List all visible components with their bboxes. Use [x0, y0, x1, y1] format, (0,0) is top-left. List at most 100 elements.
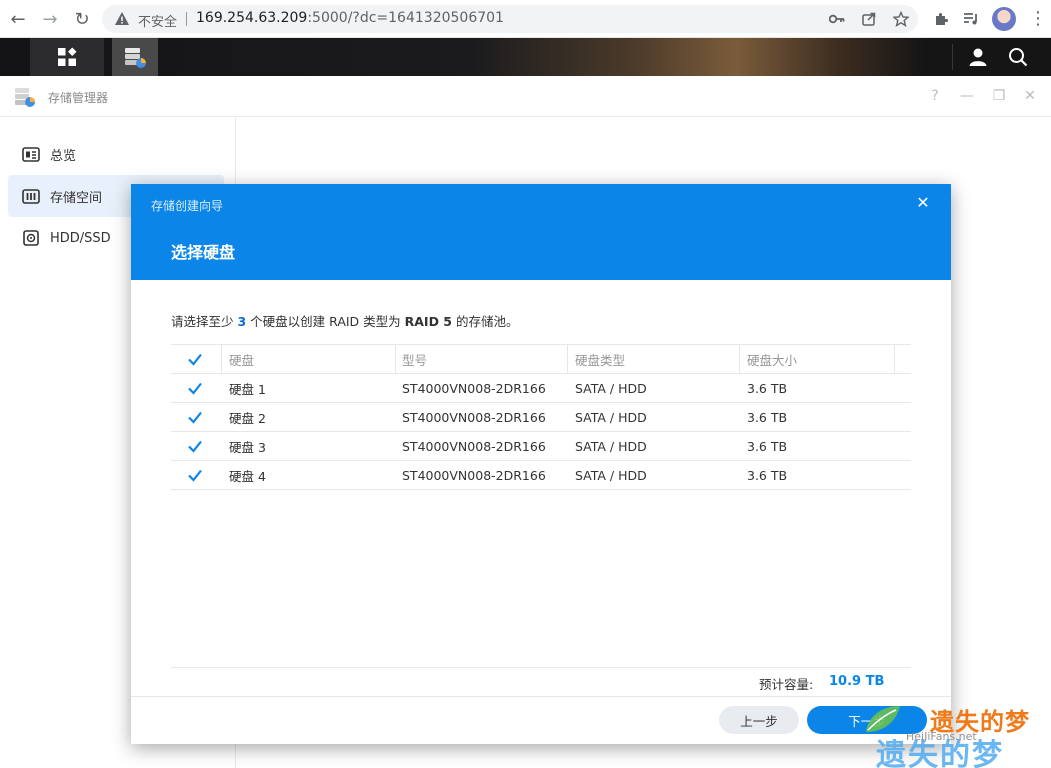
table-row[interactable]: 硬盘 4 ST4000VN008-2DR166 SATA / HDD 3.6 T… — [171, 461, 911, 490]
url-path: :5000/?dc=1641320506701 — [307, 10, 504, 26]
table-row[interactable]: 硬盘 3 ST4000VN008-2DR166 SATA / HDD 3.6 T… — [171, 432, 911, 461]
wizard-step-title: 选择硬盘 — [171, 243, 236, 262]
disk-model: ST4000VN008-2DR166 — [402, 467, 546, 483]
min-disk-count: 3 — [237, 314, 247, 329]
main-menu-button[interactable] — [30, 38, 104, 76]
disk-size: 3.6 TB — [747, 438, 788, 454]
profile-avatar[interactable] — [992, 7, 1016, 31]
app-window-header: 存储管理器 ? — ❐ ✕ — [0, 76, 1051, 117]
storage-manager-task-button[interactable] — [112, 38, 158, 76]
disk-size: 3.6 TB — [747, 467, 788, 483]
wizard-header: 存储创建向导 ✕ 选择硬盘 — [131, 184, 951, 280]
disk-model: ST4000VN008-2DR166 — [402, 409, 546, 425]
storage-manager-icon — [125, 48, 146, 68]
more-menu-icon[interactable]: ⋮ — [1028, 8, 1048, 30]
disk-type: SATA / HDD — [575, 467, 647, 483]
sidebar-item-label: 总览 — [50, 148, 77, 164]
user-button[interactable] — [958, 38, 998, 76]
warning-icon[interactable] — [114, 11, 130, 27]
disk-size: 3.6 TB — [747, 380, 788, 396]
browser-toolbar: ← → ↻ 不安全 169.254.63.209:5000/?dc=164132… — [0, 0, 1051, 38]
storage-manager-logo-icon — [15, 88, 35, 107]
table-row[interactable]: 硬盘 1 ST4000VN008-2DR166 SATA / HDD 3.6 T… — [171, 374, 911, 403]
storage-wizard-dialog: 存储创建向导 ✕ 选择硬盘 请选择至少 3 个硬盘以创建 RAID 类型为 RA… — [131, 184, 951, 744]
address-bar[interactable]: 不安全 169.254.63.209:5000/?dc=164132050670… — [102, 5, 918, 33]
summary-divider — [171, 667, 911, 668]
select-all-checkbox[interactable] — [187, 345, 203, 373]
estimated-capacity-value: 10.9 TB — [829, 674, 885, 689]
row-checkbox[interactable] — [187, 403, 203, 431]
key-icon[interactable] — [828, 10, 846, 28]
disk-icon — [22, 229, 40, 247]
disk-name: 硬盘 3 — [229, 439, 266, 455]
app-title: 存储管理器 — [48, 91, 109, 105]
dsm-taskbar — [0, 38, 1051, 76]
user-icon — [969, 48, 987, 66]
back-arrow-icon[interactable]: ← — [6, 7, 30, 31]
column-divider — [894, 345, 895, 373]
raid-type: RAID 5 — [404, 314, 453, 329]
disk-model: ST4000VN008-2DR166 — [402, 380, 546, 396]
disk-type: SATA / HDD — [575, 438, 647, 454]
row-checkbox[interactable] — [187, 432, 203, 460]
column-header-model[interactable]: 型号 — [402, 345, 427, 373]
bookmark-star-icon[interactable] — [892, 10, 910, 28]
close-window-button[interactable]: ✕ — [1021, 87, 1039, 105]
column-header-type[interactable]: 硬盘类型 — [575, 345, 625, 373]
url-text[interactable]: 169.254.63.209:5000/?dc=1641320506701 — [196, 10, 504, 26]
overview-icon — [22, 145, 40, 163]
disk-table: 硬盘 型号 硬盘类型 硬盘大小 硬盘 1 ST4000VN008-2DR166 … — [171, 344, 911, 490]
wizard-caption: 存储创建向导 — [151, 199, 224, 213]
disk-name: 硬盘 4 — [229, 468, 266, 484]
previous-button[interactable]: 上一步 — [719, 706, 799, 734]
column-divider — [395, 345, 396, 373]
table-header-row: 硬盘 型号 硬盘类型 硬盘大小 — [171, 344, 911, 374]
instruction-text: 个硬盘以创建 RAID 类型为 — [246, 314, 405, 329]
wizard-instruction: 请选择至少 3 个硬盘以创建 RAID 类型为 RAID 5 的存储池。 — [171, 311, 519, 330]
security-label: 不安全 — [138, 15, 178, 30]
instruction-text: 请选择至少 — [171, 314, 238, 329]
sidebar-item-label: 存储空间 — [50, 190, 103, 206]
instruction-text: 的存储池。 — [452, 314, 519, 329]
extensions-puzzle-icon[interactable] — [930, 8, 952, 30]
disk-size: 3.6 TB — [747, 409, 788, 425]
media-playlist-icon[interactable] — [960, 8, 982, 30]
checkmark-icon — [188, 469, 202, 482]
sidebar-item-overview[interactable]: 总览 — [8, 133, 224, 175]
share-icon[interactable] — [860, 10, 878, 28]
disk-model: ST4000VN008-2DR166 — [402, 438, 546, 454]
disk-type: SATA / HDD — [575, 409, 647, 425]
search-button[interactable] — [998, 38, 1038, 76]
disk-type: SATA / HDD — [575, 380, 647, 396]
sidebar-item-label: HDD/SSD — [50, 230, 111, 246]
disk-name: 硬盘 2 — [229, 410, 266, 426]
checkmark-icon — [188, 411, 202, 424]
footer-divider — [131, 696, 951, 697]
row-checkbox[interactable] — [187, 374, 203, 402]
checkmark-icon — [188, 353, 202, 366]
search-icon — [1009, 48, 1028, 67]
table-row[interactable]: 硬盘 2 ST4000VN008-2DR166 SATA / HDD 3.6 T… — [171, 403, 911, 432]
column-header-size[interactable]: 硬盘大小 — [747, 345, 797, 373]
column-header-disk[interactable]: 硬盘 — [229, 345, 254, 373]
estimated-capacity-label: 预计容量: — [759, 677, 814, 692]
next-button[interactable]: 下一步 — [807, 706, 927, 734]
column-divider — [739, 345, 740, 373]
storage-icon — [22, 187, 40, 205]
row-checkbox[interactable] — [187, 461, 203, 489]
omnibox-divider — [186, 12, 187, 26]
forward-arrow-icon[interactable]: → — [38, 7, 62, 31]
checkmark-icon — [188, 440, 202, 453]
column-divider — [567, 345, 568, 373]
grid-icon — [58, 47, 77, 66]
column-divider — [221, 345, 222, 373]
reload-icon[interactable]: ↻ — [70, 7, 94, 31]
disk-name: 硬盘 1 — [229, 381, 266, 397]
help-button[interactable]: ? — [926, 87, 944, 105]
checkmark-icon — [188, 382, 202, 395]
close-dialog-icon[interactable]: ✕ — [913, 193, 933, 213]
taskbar-divider — [952, 44, 953, 70]
url-host: 169.254.63.209 — [196, 10, 308, 26]
minimize-button[interactable]: — — [958, 87, 976, 105]
maximize-button[interactable]: ❐ — [990, 87, 1008, 105]
